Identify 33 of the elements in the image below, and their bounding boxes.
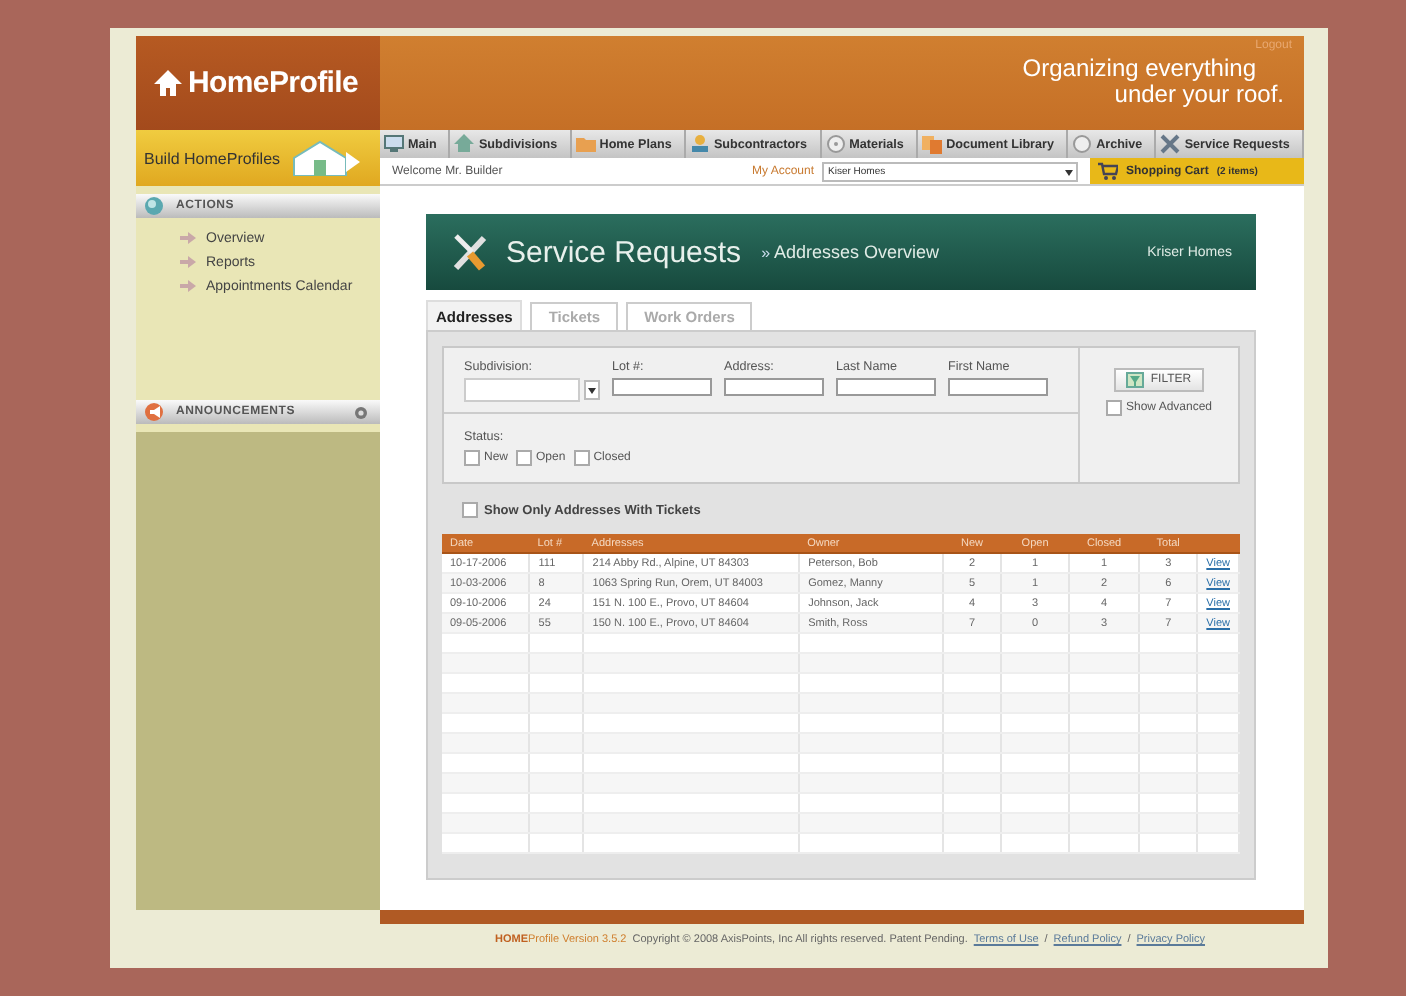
checkbox[interactable] (464, 450, 480, 466)
disc-icon (1072, 134, 1093, 154)
input-field[interactable] (612, 378, 712, 396)
input-field[interactable] (948, 378, 1048, 396)
tools-icon (1160, 134, 1181, 154)
tagline: under your roof. (1114, 82, 1284, 108)
breadcrumb-separator: » (761, 243, 771, 261)
checkbox[interactable] (462, 502, 478, 518)
cart-icon (1098, 162, 1118, 180)
toggle-icon[interactable] (354, 405, 368, 419)
page-title: Service Requests (506, 235, 742, 269)
house-icon (454, 134, 475, 154)
input-field[interactable] (836, 378, 936, 396)
input-field[interactable] (724, 378, 824, 396)
dropdown-button[interactable] (584, 380, 600, 400)
page-subtitle: Addresses Overview (774, 242, 942, 262)
checkbox[interactable] (516, 450, 533, 466)
megaphone-icon (144, 402, 164, 422)
tools-icon (450, 230, 490, 274)
checkbox[interactable] (1105, 400, 1122, 416)
folder-icon (575, 134, 596, 154)
house-icon (154, 70, 182, 96)
globe-icon (144, 196, 164, 216)
build-label: Build HomeProfiles (144, 149, 281, 167)
disc-icon (825, 134, 846, 154)
monitor-icon (384, 134, 404, 154)
checkbox[interactable] (573, 450, 590, 466)
worker-icon (689, 134, 710, 154)
documents-icon (922, 134, 943, 154)
house-icon (288, 140, 361, 176)
filter-icon (1126, 372, 1145, 388)
select-field[interactable] (464, 378, 580, 402)
tagline: Organizing everything (1022, 56, 1256, 82)
